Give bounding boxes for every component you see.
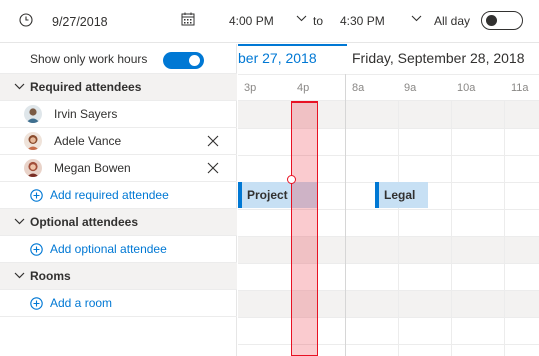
- day-divider: [345, 74, 346, 356]
- start-date-field[interactable]: 9/27/2018: [52, 14, 108, 30]
- toggle-knob: [189, 55, 200, 66]
- chevron-down-icon[interactable]: [411, 15, 422, 22]
- grid-line: [451, 101, 452, 356]
- hour-label: 11a: [511, 82, 529, 94]
- calendar-icon[interactable]: [181, 12, 195, 26]
- start-time-field[interactable]: 4:00 PM: [229, 13, 274, 29]
- busy-event[interactable]: Legal: [375, 182, 428, 208]
- attendee-name: Irvin Sayers: [54, 107, 118, 121]
- work-hours-row: Show only work hours: [0, 44, 237, 74]
- to-label: to: [313, 14, 324, 28]
- grid-line: [238, 128, 539, 129]
- remove-attendee-icon[interactable]: [207, 135, 219, 147]
- grid-line: [238, 344, 539, 345]
- add-room-button[interactable]: Add a room: [0, 290, 237, 317]
- add-circle-icon: [30, 189, 43, 202]
- hour-labels-row: 3p 4p 8a 9a 10a 11a: [238, 74, 539, 101]
- day-header: ber 27, 2018 Friday, September 28, 2018: [238, 44, 539, 74]
- add-circle-icon: [30, 297, 43, 310]
- scheduling-grid[interactable]: ber 27, 2018 Friday, September 28, 2018 …: [238, 44, 539, 356]
- section-title: Rooms: [30, 269, 71, 283]
- section-band: [238, 236, 539, 263]
- required-attendees-header[interactable]: Required attendees: [0, 74, 237, 101]
- scheduling-toolbar: 9/27/2018 4:00 PM to 4:30 PM All day: [0, 0, 539, 43]
- chevron-down-icon[interactable]: [296, 15, 307, 22]
- all-day-toggle[interactable]: [481, 11, 523, 30]
- toggle-knob: [486, 15, 497, 26]
- grid-line: [398, 101, 399, 356]
- grid-line: [238, 290, 539, 291]
- hour-label: 4p: [297, 82, 310, 94]
- selected-time-slot-top: [291, 101, 318, 103]
- current-time-indicator: [287, 175, 296, 184]
- remove-attendee-icon[interactable]: [207, 162, 219, 174]
- avatar: [24, 132, 42, 150]
- add-circle-icon: [30, 243, 43, 256]
- rooms-header[interactable]: Rooms: [0, 263, 237, 290]
- selected-time-slot[interactable]: [291, 101, 318, 356]
- grid-line: [238, 209, 539, 210]
- attendee-name: Adele Vance: [54, 134, 122, 148]
- grid-line: [504, 101, 505, 356]
- chevron-down-icon: [14, 218, 25, 225]
- avatar: [24, 159, 42, 177]
- work-hours-label: Show only work hours: [30, 51, 148, 66]
- attendee-pane: Show only work hours Required attendees …: [0, 44, 237, 356]
- chevron-down-icon: [14, 83, 25, 90]
- attendee-name: Megan Bowen: [54, 161, 131, 175]
- day-label-current[interactable]: ber 27, 2018: [238, 50, 317, 66]
- hour-label: 8a: [352, 82, 365, 94]
- hour-label: 3p: [244, 82, 257, 94]
- grid-line: [238, 236, 539, 237]
- attendee-row[interactable]: Megan Bowen: [0, 155, 237, 182]
- grid-line: [238, 155, 539, 156]
- grid-line: [238, 263, 539, 264]
- add-link-label: Add a room: [50, 296, 113, 310]
- section-band: [238, 101, 539, 128]
- all-day-label: All day: [434, 14, 471, 28]
- add-required-attendee-button[interactable]: Add required attendee: [0, 182, 237, 209]
- section-title: Optional attendees: [30, 215, 139, 229]
- hour-label: 10a: [457, 82, 476, 94]
- hour-label: 9a: [404, 82, 417, 94]
- chevron-down-icon: [14, 272, 25, 279]
- day-label-next[interactable]: Friday, September 28, 2018: [352, 50, 525, 66]
- add-link-label: Add required attendee: [50, 188, 169, 202]
- add-optional-attendee-button[interactable]: Add optional attendee: [0, 236, 237, 263]
- attendee-row[interactable]: Irvin Sayers: [0, 101, 237, 128]
- optional-attendees-header[interactable]: Optional attendees: [0, 209, 237, 236]
- grid-line: [238, 317, 539, 318]
- section-band: [238, 290, 539, 317]
- attendee-row[interactable]: Adele Vance: [0, 128, 237, 155]
- avatar: [24, 105, 42, 123]
- add-link-label: Add optional attendee: [50, 242, 167, 256]
- end-time-field[interactable]: 4:30 PM: [340, 13, 385, 29]
- work-hours-toggle[interactable]: [163, 52, 204, 69]
- clock-icon: [19, 13, 33, 27]
- selected-day-indicator: [238, 44, 347, 46]
- section-title: Required attendees: [30, 80, 142, 94]
